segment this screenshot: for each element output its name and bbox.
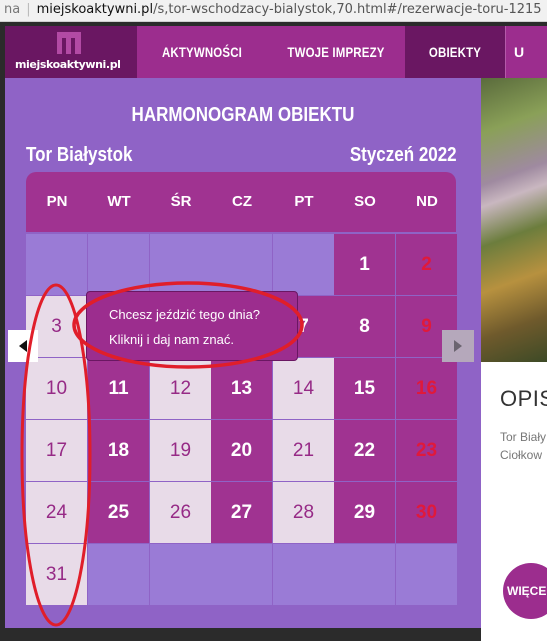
weekday-3: CZ <box>232 193 252 210</box>
tab-prefix: na <box>4 2 21 17</box>
url-host: miejskoaktywni.pl <box>36 2 154 17</box>
calendar-day-18[interactable]: 18 <box>88 420 149 481</box>
calendar-day-empty <box>150 234 211 295</box>
day-tooltip: Chcesz jeździć tego dnia? Kliknij i daj … <box>86 291 298 361</box>
calendar-day-23[interactable]: 23 <box>396 420 457 481</box>
address-bar[interactable]: na | miejskoaktywni.pl/s,tor-wschodzacy-bi… <box>0 0 547 22</box>
weekday-0: PN <box>46 193 68 210</box>
description-heading: OPIS <box>500 386 547 411</box>
schedule-title: HARMONOGRAM OBIEKTU <box>131 104 355 126</box>
tooltip-line-1: Chcesz jeździć tego dnia? <box>109 307 261 322</box>
calendar-day-13[interactable]: 13 <box>211 358 272 419</box>
month-label: Styczeń 2022 <box>350 144 457 166</box>
tooltip-line-2: Kliknij i daj nam znać. <box>109 332 234 347</box>
description-line-2: Ciołkow <box>500 448 543 462</box>
calendar-day-8[interactable]: 8 <box>334 296 395 357</box>
weekday-5: SO <box>354 193 376 210</box>
calendar-day-empty <box>26 234 87 295</box>
calendar-day-empty <box>88 544 149 605</box>
calendar-day-1[interactable]: 1 <box>334 234 395 295</box>
calendar-day-27[interactable]: 27 <box>211 482 272 543</box>
calendar-day-17[interactable]: 17 <box>26 420 87 481</box>
calendar-day-24[interactable]: 24 <box>26 482 87 543</box>
calendar-day-22[interactable]: 22 <box>334 420 395 481</box>
top-navbar: miejskoaktywni.pl AKTYWNOŚCI TWOJE IMPRE… <box>5 26 547 78</box>
calendar-day-31[interactable]: 31 <box>26 544 87 605</box>
calendar-day-14[interactable]: 14 <box>273 358 334 419</box>
weekday-1: WT <box>107 193 131 210</box>
calendar-day-empty <box>211 234 272 295</box>
calendar-day-empty <box>150 544 211 605</box>
calendar-day-20[interactable]: 20 <box>211 420 272 481</box>
calendar-day-16[interactable]: 16 <box>396 358 457 419</box>
calendar-day-2[interactable]: 2 <box>396 234 457 295</box>
description-line-1: Tor Biały <box>500 430 547 444</box>
venue-name: Tor Białystok <box>26 144 133 166</box>
calendar-day-11[interactable]: 11 <box>88 358 149 419</box>
calendar-day-empty <box>211 544 272 605</box>
url-separator: | <box>26 2 31 17</box>
nav-item-more-label: U <box>514 44 525 60</box>
arrow-right-icon <box>454 340 462 352</box>
calendar-day-29[interactable]: 29 <box>334 482 395 543</box>
next-slide-button[interactable] <box>442 330 474 362</box>
calendar-day-26[interactable]: 26 <box>150 482 211 543</box>
calendar-day-19[interactable]: 19 <box>150 420 211 481</box>
calendar-day-empty <box>396 544 457 605</box>
logo-text: miejskoaktywni.pl <box>15 58 121 71</box>
logo-mark-icon <box>57 32 81 54</box>
calendar-day-28[interactable]: 28 <box>273 482 334 543</box>
nav-item-obiekty[interactable]: OBIEKTY <box>414 26 496 78</box>
nav-item-more[interactable]: U <box>505 26 547 78</box>
calendar-day-empty <box>273 234 334 295</box>
prev-month-button[interactable] <box>8 330 38 362</box>
calendar-day-empty <box>273 544 334 605</box>
weekday-4: PT <box>294 193 314 210</box>
site-logo[interactable]: miejskoaktywni.pl <box>5 26 137 78</box>
calendar-day-30[interactable]: 30 <box>396 482 457 543</box>
calendar-day-10[interactable]: 10 <box>26 358 87 419</box>
calendar-day-21[interactable]: 21 <box>273 420 334 481</box>
url-path: /s,tor-wschodzacy-bialystok,70.html#/rez… <box>153 2 542 17</box>
calendar-day-12[interactable]: 12 <box>150 358 211 419</box>
weekday-2: ŚR <box>170 193 192 210</box>
calendar-day-15[interactable]: 15 <box>334 358 395 419</box>
nav-item-aktywnosci[interactable]: AKTYWNOŚCI <box>149 26 256 78</box>
calendar-day-empty <box>88 234 149 295</box>
arrow-left-icon <box>19 340 27 352</box>
venue-photo <box>481 78 547 362</box>
calendar-day-empty <box>334 544 395 605</box>
nav-item-twoje-imprezy[interactable]: TWOJE IMPREZY <box>279 26 392 78</box>
weekday-6: ND <box>416 193 438 210</box>
calendar-day-25[interactable]: 25 <box>88 482 149 543</box>
